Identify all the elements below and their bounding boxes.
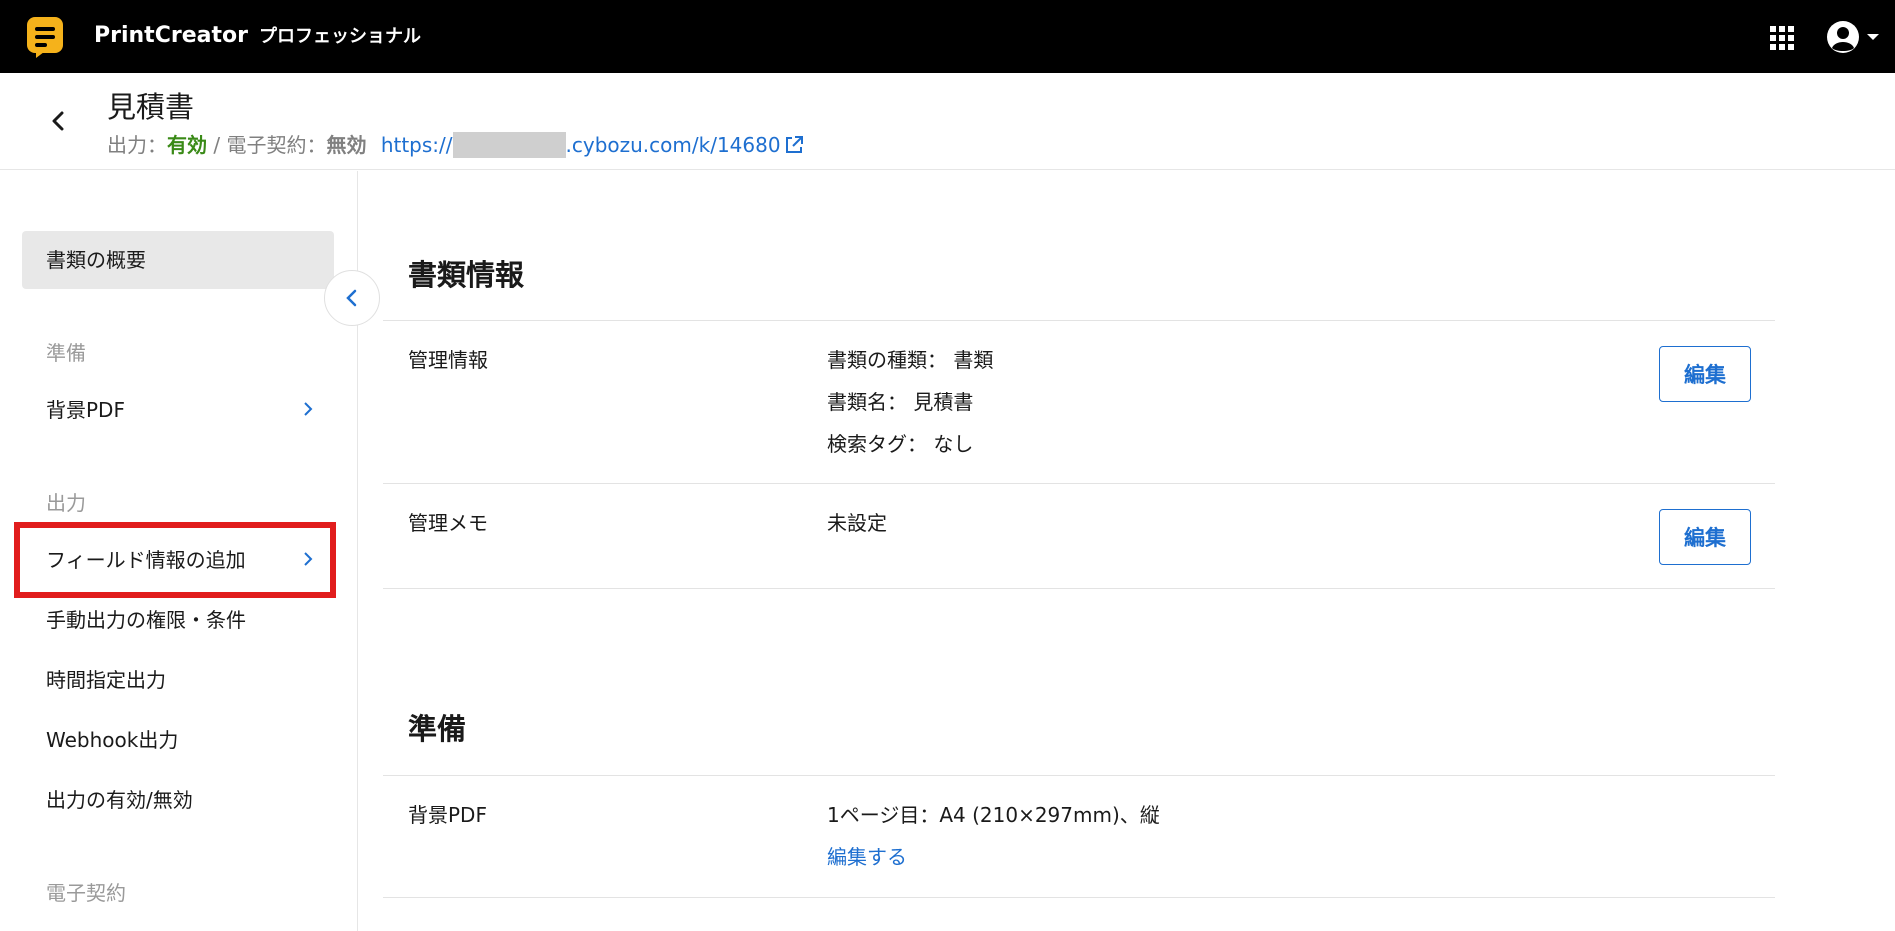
sidebar-collapse-button[interactable]: [324, 270, 380, 326]
section-title-prepare: 準備: [408, 712, 467, 746]
search-tags-value: 検索タグ： なし: [827, 432, 974, 456]
sidebar-item-label: 背景PDF: [46, 398, 125, 422]
row-label-management-info: 管理情報: [408, 348, 488, 372]
esign-status: 無効: [326, 133, 367, 157]
sidebar-item-manual-output[interactable]: 手動出力の権限・条件: [22, 591, 334, 649]
url-prefix: https://: [380, 133, 453, 157]
divider: [383, 897, 1775, 898]
sidebar-item-webhook-output[interactable]: Webhook出力: [22, 711, 334, 769]
edit-background-pdf-link[interactable]: 編集する: [827, 843, 907, 871]
app-logo-icon[interactable]: [26, 16, 64, 58]
divider: [383, 588, 1775, 589]
background-pdf-value: 1ページ目：A4 (210×297mm)、縦: [827, 803, 1160, 827]
highlight-box: [14, 522, 336, 598]
back-arrow-icon[interactable]: [44, 107, 72, 135]
sidebar-section-output: 出力: [46, 491, 86, 515]
kintone-app-link[interactable]: https:// .cybozu.com/k/14680: [380, 131, 805, 158]
status-separator: /: [207, 133, 227, 157]
doc-name-value: 書類名： 見積書: [827, 390, 974, 414]
section-title-doc-info: 書類情報: [408, 258, 525, 292]
management-memo-value: 未設定: [827, 511, 887, 535]
esign-label: 電子契約：: [226, 133, 327, 157]
sidebar-section-esign: 電子契約: [46, 881, 126, 905]
sidebar-item-scheduled-output[interactable]: 時間指定出力: [22, 651, 334, 709]
account-icon: [1827, 21, 1859, 53]
divider: [383, 483, 1775, 484]
sidebar-item-background-pdf[interactable]: 背景PDF: [22, 381, 334, 439]
sidebar-section-prepare: 準備: [46, 341, 86, 365]
caret-down-icon: [1867, 34, 1879, 40]
sidebar-item-overview[interactable]: 書類の概要: [22, 231, 334, 289]
plan-label: プロフェッショナル: [259, 26, 421, 47]
divider: [383, 775, 1775, 776]
page-title: 見積書: [107, 90, 195, 124]
external-link-icon: [785, 135, 803, 153]
output-label: 出力：: [107, 133, 167, 157]
top-bar: PrintCreator プロフェッショナル: [0, 0, 1895, 73]
app-name: PrintCreator: [94, 23, 248, 48]
edit-management-memo-button[interactable]: 編集: [1659, 509, 1751, 565]
row-label-management-memo: 管理メモ: [408, 511, 488, 535]
url-suffix: .cybozu.com/k/14680: [565, 133, 781, 157]
chevron-right-icon: [304, 402, 313, 416]
output-status: 有効: [167, 133, 207, 157]
doc-type-value: 書類の種類： 書類: [827, 348, 994, 372]
account-menu[interactable]: [1826, 20, 1882, 54]
row-label-background-pdf: 背景PDF: [408, 803, 487, 827]
divider: [383, 320, 1775, 321]
edit-management-info-button[interactable]: 編集: [1659, 346, 1751, 402]
page-header: 見積書 出力：有効 / 電子契約：無効 https:// .cybozu.com/…: [0, 73, 1895, 170]
status-line: 出力：有効 / 電子契約：無効 https:// .cybozu.com/k/14…: [107, 131, 805, 159]
sidebar-item-output-toggle[interactable]: 出力の有効/無効: [22, 771, 334, 829]
chevron-left-icon: [346, 289, 357, 307]
redacted-subdomain: [452, 131, 566, 158]
apps-grid-icon[interactable]: [1770, 26, 1794, 50]
